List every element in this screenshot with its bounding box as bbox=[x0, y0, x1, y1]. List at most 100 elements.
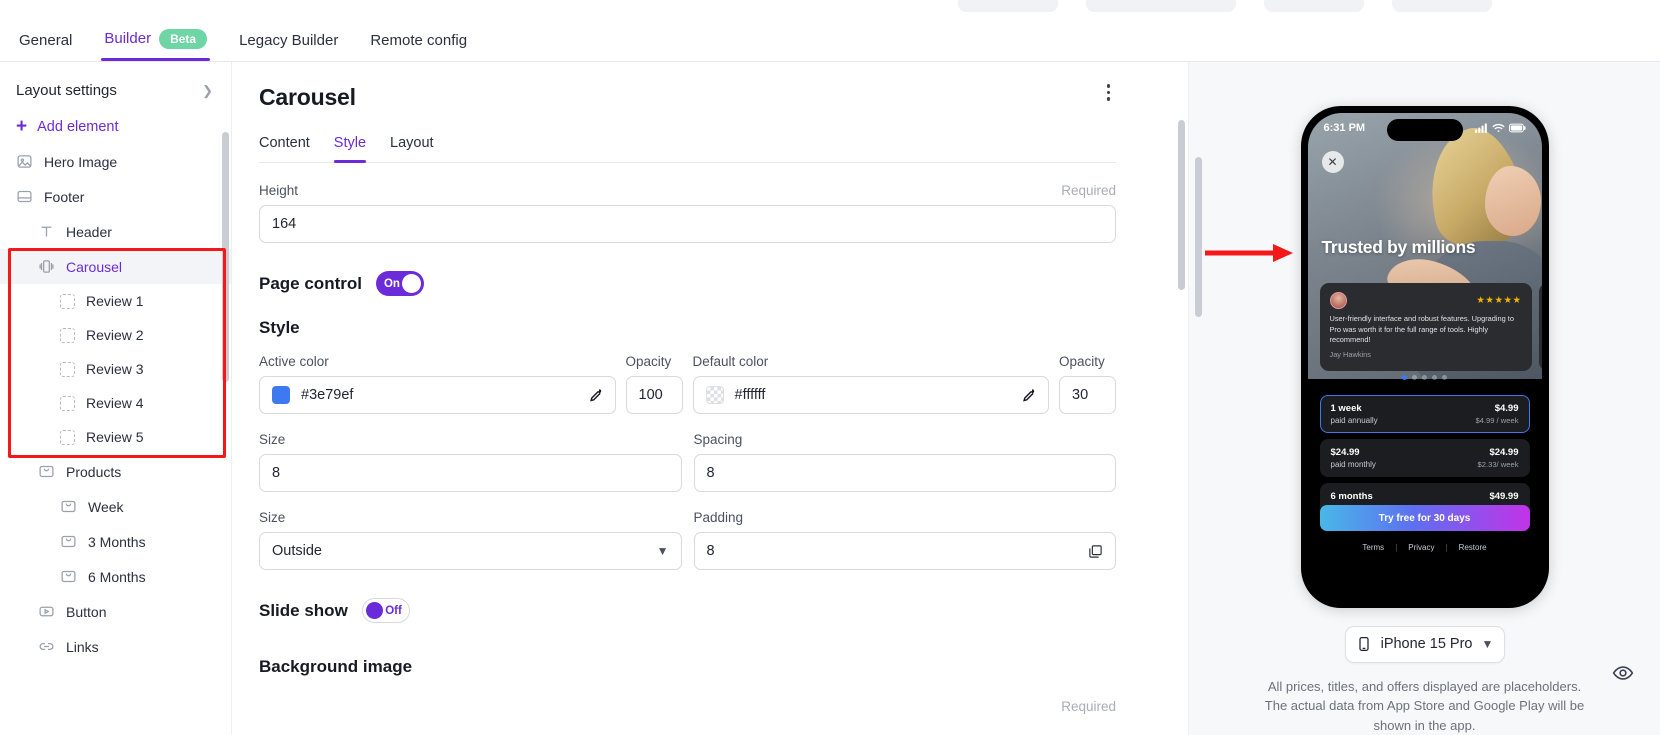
sidebar-item-button[interactable]: Button bbox=[0, 594, 231, 629]
tab-legacy-builder[interactable]: Legacy Builder bbox=[236, 32, 341, 61]
page-dot[interactable] bbox=[1402, 375, 1407, 380]
sidebar-item-label: Review 4 bbox=[86, 395, 144, 411]
toggle-knob bbox=[401, 274, 421, 293]
page-dot[interactable] bbox=[1432, 375, 1437, 380]
sidebar-item-label: Review 3 bbox=[86, 361, 144, 377]
close-icon[interactable]: ✕ bbox=[1321, 151, 1344, 173]
active-color-input[interactable]: #3e79ef bbox=[259, 376, 616, 414]
sidebar-item-hero-image[interactable]: Hero Image bbox=[0, 144, 231, 179]
preview-visibility-icon[interactable] bbox=[1612, 662, 1634, 684]
default-color-swatch[interactable] bbox=[705, 386, 724, 404]
tab-general[interactable]: General bbox=[16, 32, 75, 61]
active-color-swatch[interactable] bbox=[272, 386, 290, 404]
plan-per-week: $2.33/ week bbox=[1477, 460, 1519, 469]
height-input[interactable]: 164 bbox=[259, 205, 1116, 243]
terms-link[interactable]: Terms bbox=[1362, 543, 1384, 552]
active-color-group: Active color #3e79ef bbox=[259, 354, 616, 414]
tab-builder[interactable]: Builder Beta bbox=[101, 28, 210, 62]
page-dot[interactable] bbox=[1412, 375, 1417, 380]
active-opacity-group: Opacity 100 bbox=[625, 354, 683, 414]
size-input[interactable]: 8 bbox=[259, 454, 682, 492]
review-card-next[interactable] bbox=[1538, 283, 1542, 371]
top-tabbar: General Builder Beta Legacy Builder Remo… bbox=[0, 0, 1660, 62]
sidebar-item-label: Review 5 bbox=[86, 429, 144, 445]
background-image-required-label: Required bbox=[1061, 699, 1116, 714]
page-control-dots[interactable] bbox=[1308, 375, 1542, 380]
review-card[interactable]: ★★★★★ User-friendly interface and robust… bbox=[1319, 283, 1532, 371]
more-options-icon[interactable] bbox=[1101, 84, 1117, 101]
sidebar-item-review-2[interactable]: Review 2 bbox=[0, 318, 231, 352]
sidebar-item-review-3[interactable]: Review 3 bbox=[0, 352, 231, 386]
spacing-input[interactable]: 8 bbox=[693, 454, 1116, 492]
active-opacity-label: Opacity bbox=[625, 354, 672, 369]
page-dot[interactable] bbox=[1422, 375, 1427, 380]
plan-per-week: $4.99 / week bbox=[1475, 416, 1519, 425]
eyedropper-icon[interactable] bbox=[586, 387, 603, 404]
position-group: Size Outside ▼ bbox=[259, 510, 682, 570]
privacy-link[interactable]: Privacy bbox=[1408, 543, 1434, 552]
spacing-group: Spacing 8 bbox=[693, 432, 1116, 492]
tab-remote-config[interactable]: Remote config bbox=[367, 32, 470, 61]
tab-content[interactable]: Content bbox=[259, 135, 310, 162]
sidebar-item-header[interactable]: Header bbox=[0, 214, 231, 249]
sidebar-item-review-5[interactable]: Review 5 bbox=[0, 420, 231, 454]
sidebar-item-review-1[interactable]: Review 1 bbox=[0, 284, 231, 318]
default-opacity-input[interactable]: 30 bbox=[1059, 376, 1116, 414]
active-opacity-value: 100 bbox=[638, 387, 663, 403]
dashed-placeholder-icon bbox=[60, 395, 75, 411]
page-dot[interactable] bbox=[1442, 375, 1447, 380]
panel-scrollbar[interactable] bbox=[1178, 120, 1185, 665]
sidebar-item-label: Links bbox=[66, 638, 99, 655]
default-color-input[interactable]: #ffffff bbox=[692, 376, 1049, 414]
sidebar-scrollbar[interactable] bbox=[222, 132, 229, 382]
padding-input[interactable]: 8 bbox=[693, 532, 1116, 570]
device-selector[interactable]: iPhone 15 Pro ▼ bbox=[1344, 625, 1505, 663]
element-tree-sidebar: Layout settings ❯ + Add element Hero Ima… bbox=[0, 62, 232, 735]
plan-price: $24.99 bbox=[1489, 447, 1519, 458]
sidebar-item-links[interactable]: Links bbox=[0, 629, 231, 664]
sidebar-item-week[interactable]: Week bbox=[0, 489, 231, 524]
layout-settings-row[interactable]: Layout settings ❯ bbox=[0, 72, 231, 109]
sidebar-item-label: Week bbox=[88, 498, 124, 515]
position-select[interactable]: Outside ▼ bbox=[259, 532, 682, 570]
review-author: Jay Hawkins bbox=[1329, 349, 1371, 359]
active-opacity-input[interactable]: 100 bbox=[625, 376, 683, 414]
sidebar-item-products[interactable]: Products bbox=[0, 454, 231, 489]
padding-sides-icon[interactable] bbox=[1088, 544, 1103, 559]
tab-content-label: Content bbox=[259, 135, 310, 151]
chevron-down-icon: ▼ bbox=[1481, 637, 1494, 652]
sidebar-item-carousel[interactable]: Carousel bbox=[0, 249, 231, 284]
layout-icon bbox=[16, 188, 33, 205]
cellular-signal-icon bbox=[1474, 123, 1488, 133]
restore-link[interactable]: Restore bbox=[1459, 543, 1487, 552]
link-icon bbox=[38, 638, 55, 655]
cta-button[interactable]: Try free for 30 days bbox=[1319, 505, 1530, 531]
page-control-toggle[interactable]: On bbox=[375, 271, 424, 296]
preview-scrollbar[interactable] bbox=[1195, 157, 1202, 317]
plan-option-week[interactable]: 1 week paid annually $4.99 $4.99 / week bbox=[1319, 395, 1530, 433]
add-element-button[interactable]: + Add element bbox=[0, 109, 231, 144]
sidebar-item-footer[interactable]: Footer bbox=[0, 179, 231, 214]
phone-icon bbox=[1356, 636, 1372, 652]
app-root: General Builder Beta Legacy Builder Remo… bbox=[0, 0, 1660, 735]
size-spacing-row: Size 8 Spacing 8 bbox=[259, 432, 1116, 492]
device-name: iPhone 15 Pro bbox=[1380, 636, 1473, 653]
carousel-icon bbox=[38, 258, 55, 275]
sidebar-item-6-months[interactable]: 6 Months bbox=[0, 559, 231, 594]
sidebar-item-review-4[interactable]: Review 4 bbox=[0, 386, 231, 420]
padding-group: Padding 8 bbox=[693, 510, 1116, 570]
size-value: 8 bbox=[272, 465, 281, 481]
slide-show-toggle[interactable]: Off bbox=[361, 598, 410, 623]
hero-title: Trusted by millions bbox=[1321, 237, 1476, 257]
eyedropper-icon[interactable] bbox=[1019, 387, 1036, 404]
tab-style[interactable]: Style bbox=[333, 135, 367, 163]
reviews-carousel[interactable]: ★★★★★ User-friendly interface and robust… bbox=[1308, 283, 1542, 371]
plan-option-monthly[interactable]: $24.99 paid monthly $24.99 $2.33/ week bbox=[1319, 439, 1530, 477]
size-label: Size bbox=[259, 432, 286, 447]
sidebar-item-3-months[interactable]: 3 Months bbox=[0, 524, 231, 559]
plans-list: 1 week paid annually $4.99 $4.99 / week … bbox=[1319, 395, 1530, 521]
tab-layout[interactable]: Layout bbox=[390, 135, 434, 162]
ghost-chip bbox=[1392, 0, 1492, 12]
default-color-group: Default color #ffffff bbox=[692, 354, 1049, 414]
review-text: User-friendly interface and robust featu… bbox=[1329, 314, 1514, 345]
